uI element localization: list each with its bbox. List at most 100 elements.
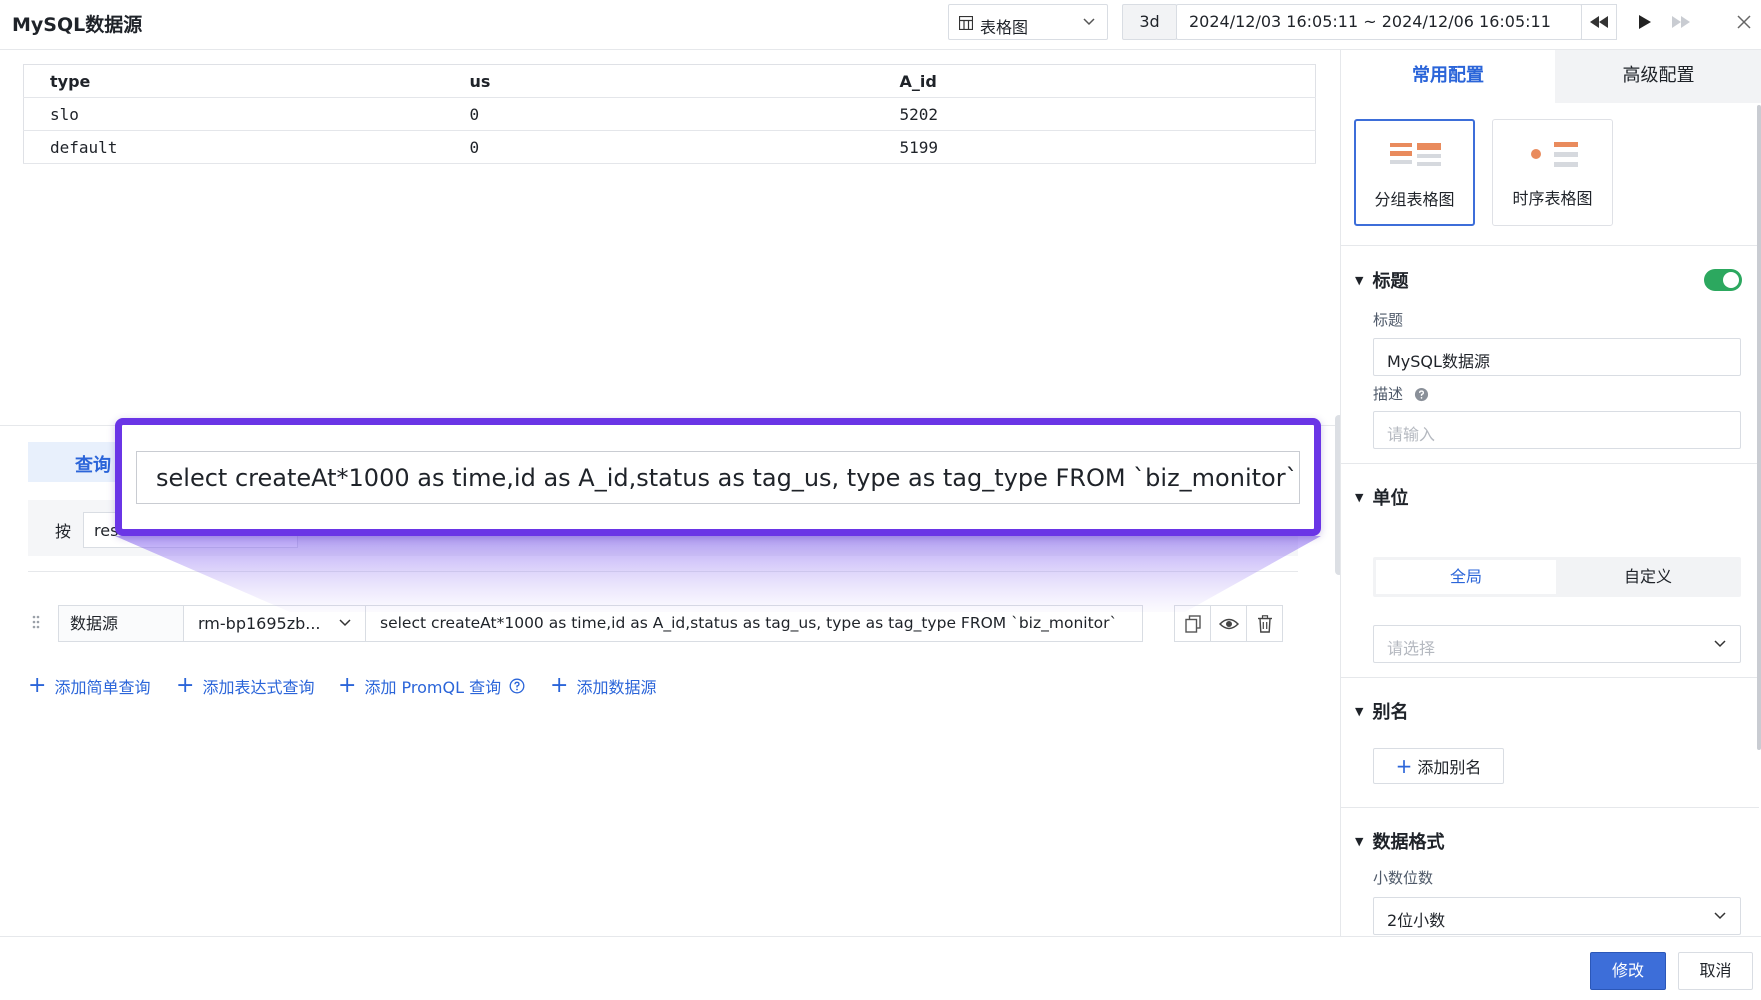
add-datasource-link[interactable]: + 添加数据源 bbox=[550, 674, 656, 698]
group-by-label: 按 bbox=[55, 522, 72, 541]
section-heading: 数据格式 bbox=[1372, 832, 1445, 853]
section-format-toggle[interactable]: ▼ 数据格式 bbox=[1355, 828, 1444, 854]
add-expression-query-link[interactable]: + 添加表达式查询 bbox=[176, 674, 314, 698]
viz-card-timeseries-table[interactable]: 时序表格图 bbox=[1492, 119, 1613, 226]
table-cell: 0 bbox=[443, 97, 874, 131]
config-panel: 常用配置 高级配置 分组表格图 时序表格图 ▼ 标题 标题 MySQL数据源 描述… bbox=[1340, 50, 1761, 936]
help-circle-icon[interactable] bbox=[509, 678, 525, 694]
viz-card-label: 分组表格图 bbox=[1374, 190, 1455, 209]
results-table: type us A_id slo 0 5202 default 0 5199 bbox=[23, 64, 1316, 164]
table-cell: 5199 bbox=[873, 130, 1316, 164]
unit-option-global[interactable]: 全局 bbox=[1376, 560, 1556, 594]
table-row: slo 0 5202 bbox=[23, 97, 1316, 131]
caret-down-icon: ▼ bbox=[1355, 834, 1364, 848]
eye-icon bbox=[1218, 618, 1239, 629]
drag-handle-icon[interactable] bbox=[32, 615, 40, 629]
add-datasource-label: 添加数据源 bbox=[576, 678, 657, 697]
table-row: default 0 5199 bbox=[23, 130, 1316, 164]
column-header: type bbox=[23, 64, 444, 98]
column-header: us bbox=[443, 64, 874, 98]
section-alias-toggle[interactable]: ▼ 别名 bbox=[1355, 698, 1408, 724]
title-visibility-toggle[interactable] bbox=[1704, 269, 1742, 291]
callout-pointer bbox=[115, 536, 1321, 612]
add-simple-query-label: 添加简单查询 bbox=[54, 678, 151, 697]
divider bbox=[1341, 245, 1759, 246]
step-back-button[interactable] bbox=[1581, 4, 1617, 40]
datasource-value: rm-bp1695zb... bbox=[198, 614, 321, 633]
timeseries-table-icon bbox=[1527, 142, 1579, 172]
caret-down-icon: ▼ bbox=[1355, 490, 1364, 504]
close-icon bbox=[1737, 15, 1751, 29]
plus-icon: + bbox=[338, 673, 357, 698]
tab-query[interactable]: 查询 bbox=[28, 442, 118, 482]
unit-scope-segmented: 全局 自定义 bbox=[1373, 557, 1741, 597]
decimals-select[interactable]: 2位小数 bbox=[1373, 897, 1741, 935]
table-cell: 5202 bbox=[873, 97, 1316, 131]
time-range-picker[interactable]: 2024/12/03 16:05:11 ~ 2024/12/06 16:05:1… bbox=[1176, 4, 1582, 40]
title-field-label: 标题 bbox=[1373, 311, 1404, 329]
section-title-toggle[interactable]: ▼ 标题 bbox=[1355, 267, 1408, 293]
zoomed-query-callout: select createAt*1000 as time,id as A_id,… bbox=[115, 418, 1321, 536]
caret-down-icon: ▼ bbox=[1355, 704, 1364, 718]
caret-down-icon: ▼ bbox=[1355, 273, 1364, 287]
column-header: A_id bbox=[873, 64, 1316, 98]
title-input[interactable]: MySQL数据源 bbox=[1373, 338, 1741, 376]
add-alias-label: 添加别名 bbox=[1417, 758, 1482, 777]
cancel-button[interactable]: 取消 bbox=[1678, 952, 1753, 990]
copy-icon bbox=[1184, 614, 1201, 633]
play-button[interactable] bbox=[1627, 4, 1663, 40]
divider bbox=[1341, 463, 1759, 464]
section-heading: 标题 bbox=[1372, 271, 1409, 292]
table-cell: 0 bbox=[443, 130, 874, 164]
zoomed-sql-text: select createAt*1000 as time,id as A_id,… bbox=[136, 451, 1300, 504]
tab-advanced-config[interactable]: 高级配置 bbox=[1555, 50, 1761, 103]
add-promql-query-link[interactable]: + 添加 PromQL 查询 bbox=[338, 674, 525, 698]
play-icon bbox=[1639, 15, 1651, 29]
help-circle-icon[interactable] bbox=[1414, 387, 1429, 402]
plus-icon: + bbox=[550, 673, 569, 698]
trash-icon bbox=[1257, 614, 1272, 633]
footer-bar bbox=[0, 936, 1761, 1000]
table-icon bbox=[959, 16, 973, 30]
visualization-type-select[interactable]: 表格图 bbox=[948, 4, 1108, 40]
close-button[interactable] bbox=[1732, 10, 1756, 34]
decimals-value: 2位小数 bbox=[1387, 911, 1446, 930]
chevron-down-icon bbox=[339, 619, 351, 627]
tab-common-config[interactable]: 常用配置 bbox=[1341, 50, 1555, 103]
table-cell: slo bbox=[23, 97, 444, 131]
step-forward-button[interactable] bbox=[1663, 4, 1699, 40]
add-alias-button[interactable]: + 添加别名 bbox=[1373, 748, 1504, 784]
section-heading: 别名 bbox=[1372, 702, 1409, 723]
add-expression-query-label: 添加表达式查询 bbox=[202, 678, 315, 697]
visualization-type-label: 表格图 bbox=[980, 18, 1029, 37]
plus-icon: + bbox=[28, 673, 47, 698]
unit-select[interactable]: 请选择 bbox=[1373, 625, 1741, 663]
plus-icon: + bbox=[1395, 754, 1413, 778]
chevron-down-icon bbox=[1083, 18, 1095, 26]
viz-card-grouped-table[interactable]: 分组表格图 bbox=[1354, 119, 1475, 226]
description-field-label: 描述 bbox=[1373, 383, 1429, 404]
description-input[interactable]: 请输入 bbox=[1373, 411, 1741, 449]
add-promql-query-label: 添加 PromQL 查询 bbox=[364, 678, 502, 697]
table-header-row: type us A_id bbox=[23, 64, 1316, 98]
top-bar: MySQL数据源 表格图 3d 2024/12/03 16:05:11 ~ 20… bbox=[0, 0, 1761, 50]
table-cell: default bbox=[23, 130, 444, 164]
grouped-table-icon bbox=[1390, 143, 1442, 173]
viz-card-label: 时序表格图 bbox=[1512, 189, 1593, 208]
description-label-text: 描述 bbox=[1373, 385, 1404, 403]
add-simple-query-link[interactable]: + 添加简单查询 bbox=[28, 674, 150, 698]
section-unit-toggle[interactable]: ▼ 单位 bbox=[1355, 484, 1408, 510]
section-heading: 单位 bbox=[1372, 488, 1409, 509]
rewind-icon bbox=[1590, 16, 1608, 28]
panel-scrollbar[interactable] bbox=[1757, 105, 1761, 750]
time-range-quick-button[interactable]: 3d bbox=[1122, 4, 1177, 40]
chevron-down-icon bbox=[1714, 640, 1726, 648]
fast-forward-icon bbox=[1672, 16, 1690, 28]
divider bbox=[1341, 807, 1759, 808]
divider bbox=[1341, 677, 1759, 678]
plus-icon: + bbox=[176, 673, 195, 698]
unit-select-placeholder: 请选择 bbox=[1387, 639, 1436, 658]
chevron-down-icon bbox=[1714, 912, 1726, 920]
save-button[interactable]: 修改 bbox=[1590, 952, 1666, 990]
unit-option-custom[interactable]: 自定义 bbox=[1558, 560, 1738, 594]
